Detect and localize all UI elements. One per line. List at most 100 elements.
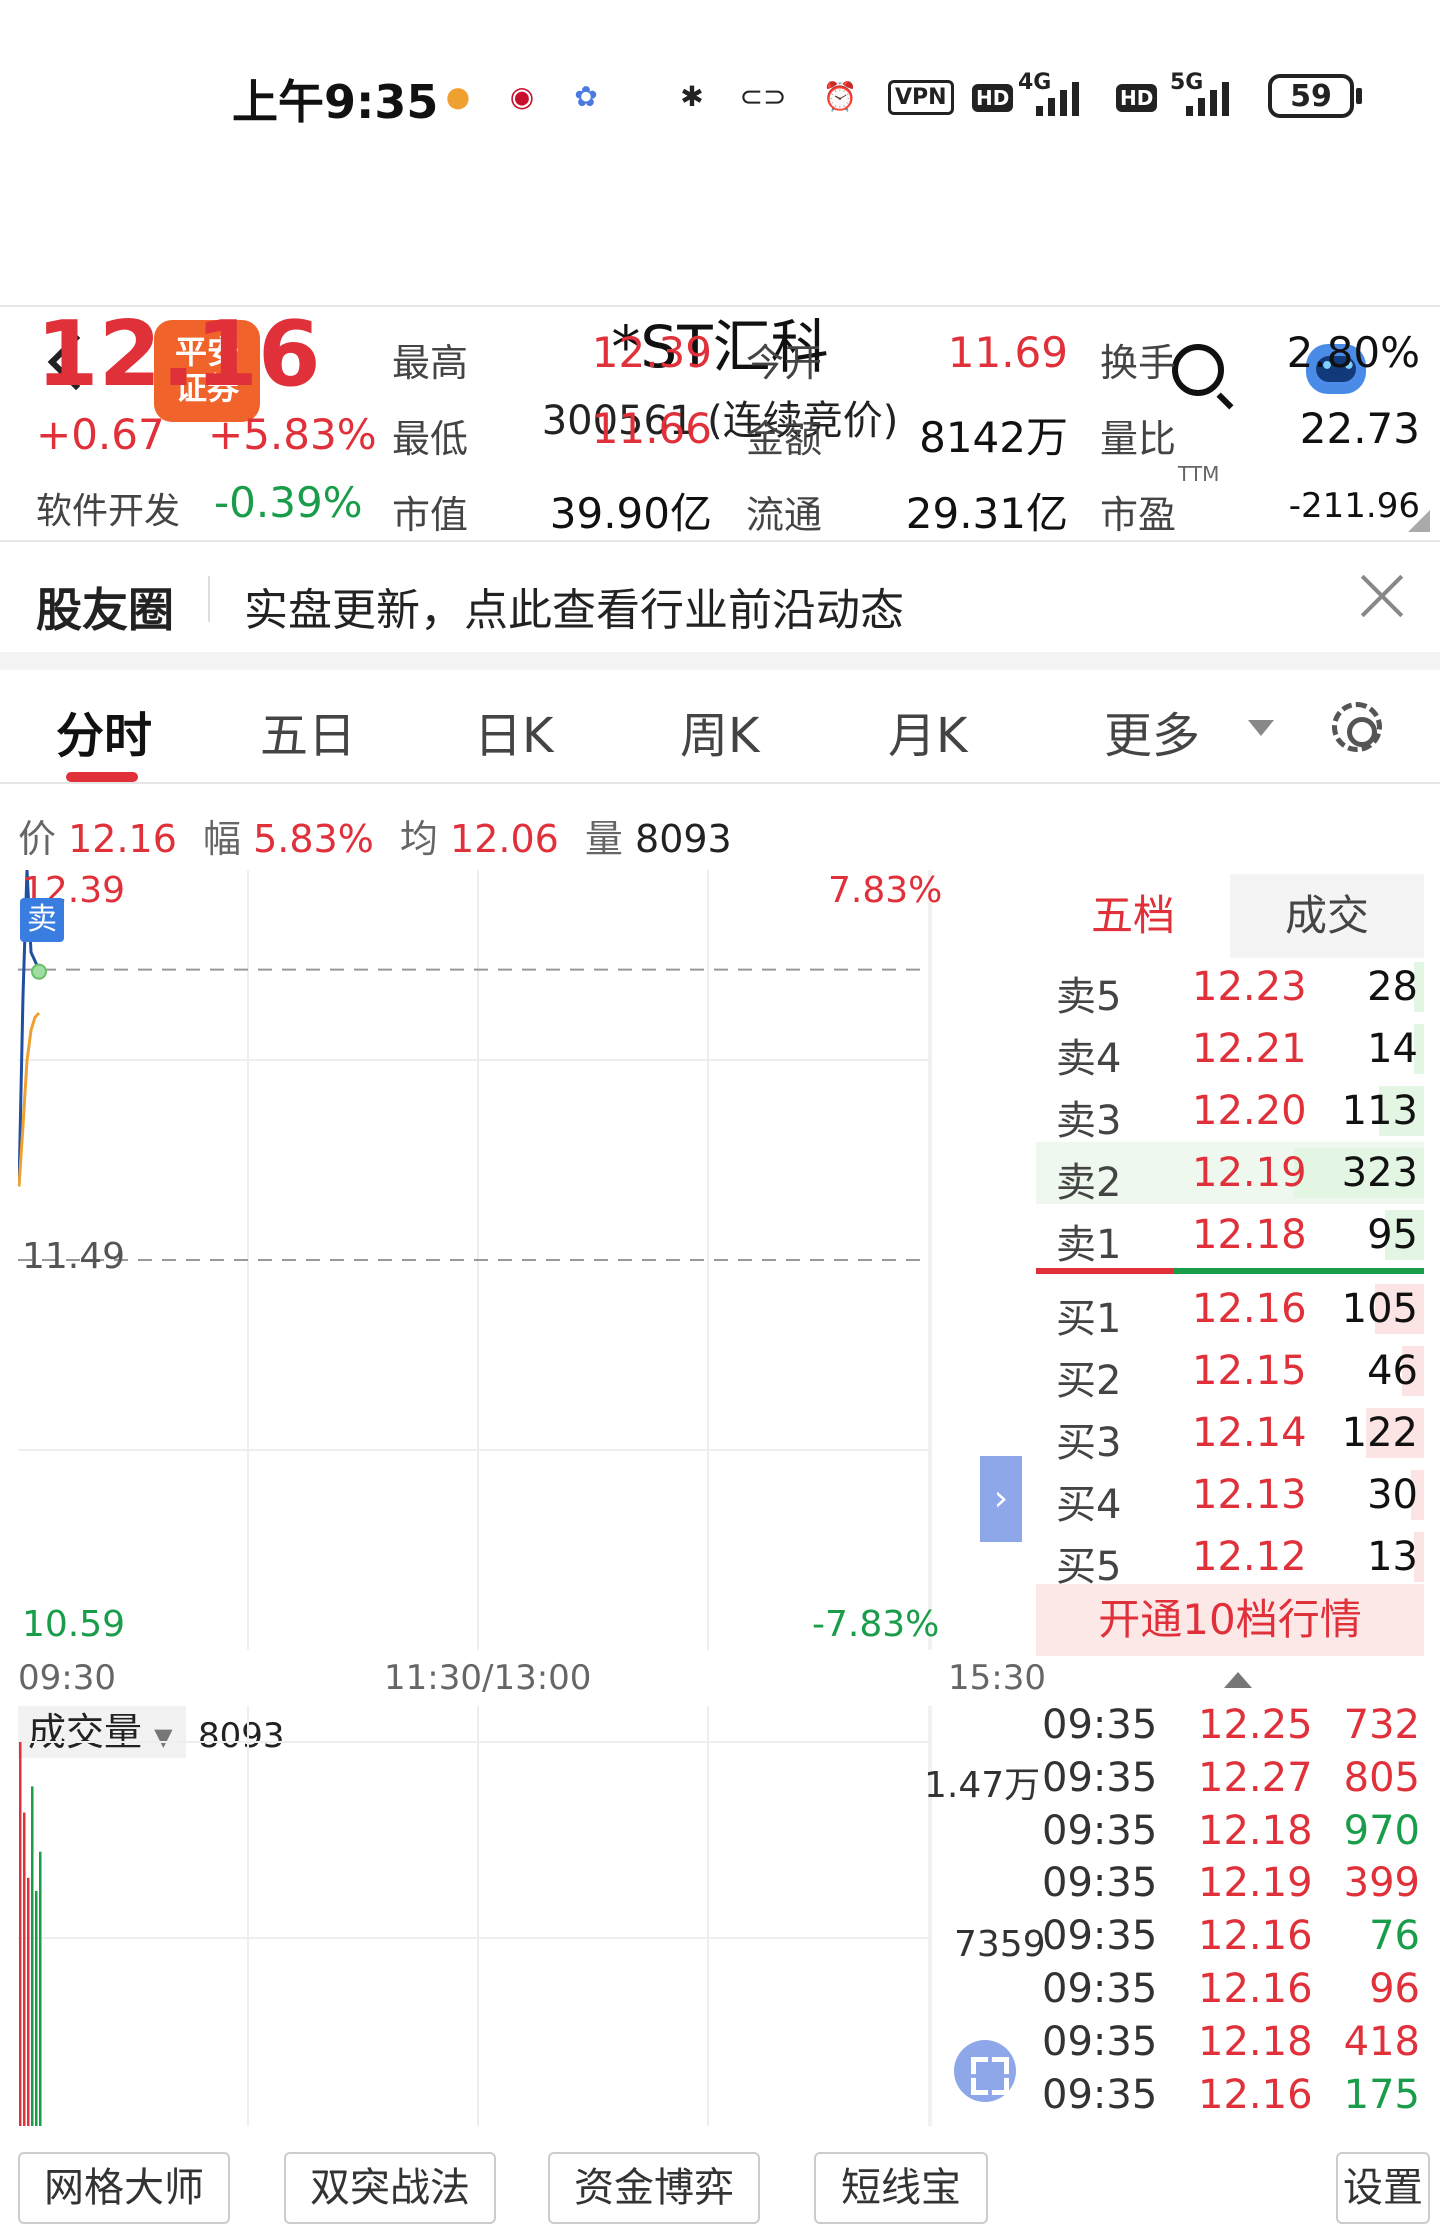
level-price: 12.12 xyxy=(1192,1534,1307,1580)
volume-bar-2 xyxy=(27,1877,30,2126)
bank-notify-icon: ◉ xyxy=(509,79,535,113)
hd-icon-2: HD xyxy=(1116,84,1158,112)
buy-level-5[interactable]: 买5 12.12 13 xyxy=(1036,1526,1424,1590)
trade-volume: 970 xyxy=(1343,1807,1420,1854)
banner-text[interactable]: 实盘更新，点此查看行业前沿动态 xyxy=(244,574,904,638)
volume-bar-0 xyxy=(19,1742,22,2126)
level-label: 买2 xyxy=(1056,1358,1122,1404)
chevron-down-icon[interactable] xyxy=(1248,720,1274,736)
nfc-icon: ⊂⊃ xyxy=(739,79,787,113)
level-volume: 30 xyxy=(1367,1472,1418,1518)
quote-value-1: 11.69 xyxy=(947,328,1068,377)
trade-row: 09:35 12.16 96 xyxy=(1042,1966,1434,2018)
trade-time: 09:35 xyxy=(1042,1966,1158,2012)
info-avg: 12.06 xyxy=(450,817,559,861)
hd-icon-1: HD xyxy=(972,84,1014,112)
pct-axis-high: 7.83% xyxy=(828,870,943,911)
expand-side-icon[interactable]: › xyxy=(980,1456,1022,1542)
trade-time: 09:35 xyxy=(1042,1754,1158,1801)
vpn-icon: VPN xyxy=(888,80,954,115)
level-price: 12.14 xyxy=(1192,1410,1307,1456)
price-change-pct: +5.83% xyxy=(208,410,377,459)
trade-volume: 175 xyxy=(1343,2071,1420,2118)
gear-icon[interactable] xyxy=(1332,702,1382,752)
sell-level-2[interactable]: 卖2 12.19 323 xyxy=(1036,1142,1424,1206)
price-change: +0.67 xyxy=(36,410,165,459)
buy-level-1[interactable]: 买1 12.16 105 xyxy=(1036,1278,1424,1342)
sell-level-4[interactable]: 卖4 12.21 14 xyxy=(1036,1018,1424,1082)
trade-volume: 805 xyxy=(1343,1754,1420,1801)
level-label: 买4 xyxy=(1056,1482,1122,1528)
quote-label-1: 今开 xyxy=(746,341,823,385)
fullscreen-icon[interactable] xyxy=(954,2040,1016,2102)
info-vol-label: 量 xyxy=(584,817,623,861)
y-axis-mid: 11.49 xyxy=(22,1236,126,1277)
tab-5[interactable]: 更多 xyxy=(1104,696,1200,766)
bottom-button-3[interactable]: 短线宝 xyxy=(814,2152,988,2224)
sell-level-5[interactable]: 卖5 12.23 28 xyxy=(1036,956,1424,1020)
level-price: 12.13 xyxy=(1192,1472,1307,1518)
level-label: 卖2 xyxy=(1056,1160,1122,1206)
tab-4[interactable]: 月K xyxy=(888,696,967,766)
buy-level-4[interactable]: 买4 12.13 30 xyxy=(1036,1464,1424,1528)
trade-volume: 96 xyxy=(1369,1966,1420,2012)
battery-icon: 59 xyxy=(1268,74,1362,118)
latest-point-marker xyxy=(31,963,47,980)
bottom-button-0[interactable]: 网格大师 xyxy=(18,2152,230,2224)
trade-row: 09:35 12.16 175 xyxy=(1042,2072,1434,2124)
tab-0[interactable]: 分时 xyxy=(56,696,152,766)
quote-value-0: 12.39 xyxy=(591,328,712,377)
app-notify-icon: ● xyxy=(445,79,471,113)
quote-value-4: 8142万 xyxy=(919,413,1068,462)
bluetooth-icon: ✱ xyxy=(680,79,704,113)
book-divider-buy xyxy=(1174,1268,1424,1274)
quote-label-2: 换手 xyxy=(1100,341,1177,385)
current-price: 12.16 xyxy=(36,302,321,407)
tab-trades[interactable]: 成交 xyxy=(1230,874,1424,958)
bottom-button-4[interactable]: 设置 xyxy=(1336,2152,1430,2224)
level-volume: 105 xyxy=(1341,1286,1418,1332)
tab-1[interactable]: 五日 xyxy=(260,696,356,766)
quote-value-7: 29.31亿 xyxy=(905,489,1068,538)
upgrade-10-levels-button[interactable]: 开通10档行情 xyxy=(1036,1584,1424,1656)
level-price: 12.21 xyxy=(1192,1026,1307,1072)
trade-volume: 76 xyxy=(1369,1913,1420,1960)
tab-3[interactable]: 周K xyxy=(680,696,759,766)
book-divider-sell xyxy=(1036,1268,1174,1274)
section-gap xyxy=(0,652,1440,670)
sell-level-1[interactable]: 卖1 12.18 95 xyxy=(1036,1204,1424,1268)
bottom-button-2[interactable]: 资金博弈 xyxy=(548,2152,760,2224)
trade-volume: 732 xyxy=(1343,1702,1420,1748)
chevron-up-icon[interactable] xyxy=(1224,1672,1252,1688)
divider xyxy=(0,782,1440,784)
trade-row: 09:35 12.18 418 xyxy=(1042,2019,1434,2071)
more-corner-icon[interactable] xyxy=(1408,510,1430,532)
trade-time: 09:35 xyxy=(1042,1913,1158,1960)
tab-2[interactable]: 日K xyxy=(474,696,553,766)
ttm-superscript: TTM xyxy=(1178,462,1220,486)
bottom-button-1[interactable]: 双突战法 xyxy=(284,2152,496,2224)
tab-five-levels[interactable]: 五档 xyxy=(1036,874,1230,958)
level-volume: 113 xyxy=(1341,1088,1418,1134)
close-icon[interactable] xyxy=(1358,572,1406,620)
sector-pct: -0.39% xyxy=(214,478,363,527)
sector-name[interactable]: 软件开发 xyxy=(36,482,180,534)
intraday-price-chart[interactable] xyxy=(18,870,932,1650)
status-bar: 上午9:35 ● ◉ ✿ ✱ ⊂⊃ ⏰ VPN HD 4G HD 5G 59 xyxy=(0,0,1440,150)
level-volume: 95 xyxy=(1367,1212,1418,1258)
quote-label-8: 市盈 xyxy=(1100,493,1177,537)
sell-badge: 卖 xyxy=(20,898,64,942)
trade-time: 09:35 xyxy=(1042,1702,1158,1748)
quote-label-5: 量比 xyxy=(1100,417,1177,461)
active-tab-indicator xyxy=(66,772,138,782)
buy-level-2[interactable]: 买2 12.15 46 xyxy=(1036,1340,1424,1404)
level-label: 卖5 xyxy=(1056,974,1122,1020)
y-axis-low: 10.59 xyxy=(22,1604,126,1645)
quote-value-8: -211.96 xyxy=(1288,486,1420,526)
quote-label-4: 金额 xyxy=(746,417,823,461)
volume-bar-1 xyxy=(23,1812,26,2126)
trade-volume: 418 xyxy=(1343,2018,1420,2065)
sell-level-3[interactable]: 卖3 12.20 113 xyxy=(1036,1080,1424,1144)
buy-level-3[interactable]: 买3 12.14 122 xyxy=(1036,1402,1424,1466)
volume-bar-5 xyxy=(39,1851,42,2126)
